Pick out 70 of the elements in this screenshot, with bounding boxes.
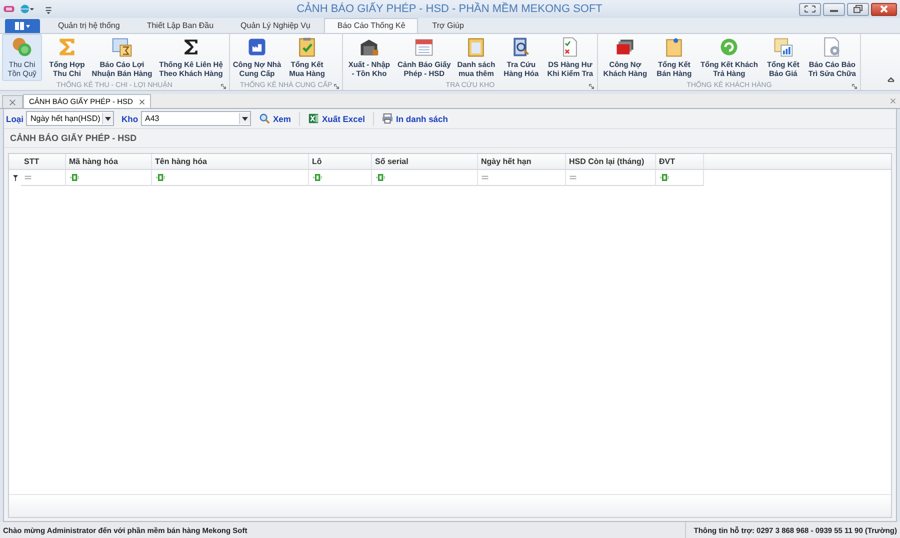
warehouse-label: Kho (121, 114, 138, 124)
collapse-ribbon-icon[interactable] (887, 76, 895, 82)
search-icon (259, 113, 270, 124)
dialog-launcher-icon[interactable] (852, 84, 858, 89)
column-header[interactable]: Tên hàng hóa (152, 154, 309, 169)
export-excel-button[interactable]: Xuất Excel (302, 113, 370, 124)
ribbon-tab[interactable]: Quản trị hệ thống (45, 18, 133, 33)
fullscreen-icon (804, 5, 816, 13)
ribbon-tab[interactable]: Quản Lý Nghiệp Vụ (228, 18, 324, 33)
dialog-launcher-icon[interactable] (589, 84, 594, 89)
contains-icon[interactable] (375, 174, 387, 181)
column-header[interactable]: ĐVT (656, 154, 704, 169)
printer-icon (382, 113, 393, 124)
filter-cell[interactable] (21, 170, 66, 186)
ribbon-tab[interactable]: Trợ Giúp (419, 18, 477, 33)
filter-cell[interactable] (656, 170, 704, 186)
column-header[interactable]: Số serial (372, 154, 478, 169)
type-dropdown[interactable]: Ngày hết hạn(HSD) (26, 111, 114, 126)
filter-row-icon (12, 174, 18, 182)
app-icon[interactable] (2, 3, 16, 15)
type-label: Loại (6, 114, 24, 124)
column-header[interactable]: Lô (309, 154, 372, 169)
report-title: CẢNH BÁO GIẤY PHÉP - HSD (10, 133, 137, 143)
dialog-launcher-icon[interactable] (221, 84, 226, 89)
column-header[interactable]: Mã hàng hóa (66, 154, 152, 169)
print-list-button[interactable]: In danh sách (376, 113, 453, 124)
close-tab-button[interactable] (2, 95, 23, 108)
filter-cell[interactable] (566, 170, 656, 186)
filter-cell[interactable] (66, 170, 152, 186)
customize-icon[interactable] (44, 4, 53, 14)
close-button[interactable] (871, 2, 897, 16)
table-sigma-icon (111, 36, 133, 58)
window-title: CẢNH BÁO GIẤY PHÉP - HSD - PHẦN MỀM MEKONG SOFT (296, 3, 602, 15)
column-header[interactable]: STT (21, 154, 66, 169)
filter-cell[interactable] (478, 170, 566, 186)
ribbon-tab[interactable]: Thiết Lập Ban Đầu (134, 18, 227, 33)
clipboard-check-icon (296, 36, 318, 58)
equals-icon[interactable] (569, 175, 577, 180)
warehouse-dropdown[interactable]: A43 (141, 111, 252, 126)
factory-icon (246, 36, 268, 58)
table-chart-icon (772, 36, 794, 58)
dropdown-arrow-icon (105, 116, 112, 120)
dialog-launcher-icon[interactable] (334, 84, 340, 89)
fullscreen-button[interactable] (799, 2, 821, 16)
menu-icon (14, 22, 30, 30)
app-menu-button[interactable] (5, 19, 40, 33)
filter-cell[interactable] (309, 170, 372, 186)
coins-icon (11, 36, 33, 58)
minimize-button[interactable] (823, 2, 845, 16)
equals-icon[interactable] (24, 175, 32, 180)
close-icon (878, 5, 890, 13)
contains-icon[interactable] (69, 174, 81, 181)
ribbon-tab[interactable]: Báo Cáo Thống Kê (324, 18, 418, 33)
globe-dropdown-icon[interactable] (20, 3, 34, 15)
spreadsheet-icon (308, 113, 319, 124)
contains-icon[interactable] (312, 174, 324, 181)
filter-cell[interactable] (152, 170, 309, 186)
restore-button[interactable] (847, 2, 869, 16)
column-header[interactable]: HSD Còn lại (tháng) (566, 154, 656, 169)
calendar-icon (413, 36, 436, 58)
view-button[interactable]: Xem (254, 113, 296, 124)
contains-icon[interactable] (155, 174, 167, 181)
filter-cell[interactable] (372, 170, 478, 186)
close-icon (9, 98, 16, 106)
restore-icon (852, 5, 864, 13)
dropdown-arrow-icon (242, 116, 248, 120)
contains-icon[interactable] (659, 174, 671, 181)
column-header[interactable]: Ngày hết hạn (478, 154, 566, 169)
close-icon[interactable] (138, 98, 145, 104)
equals-icon[interactable] (481, 175, 489, 180)
